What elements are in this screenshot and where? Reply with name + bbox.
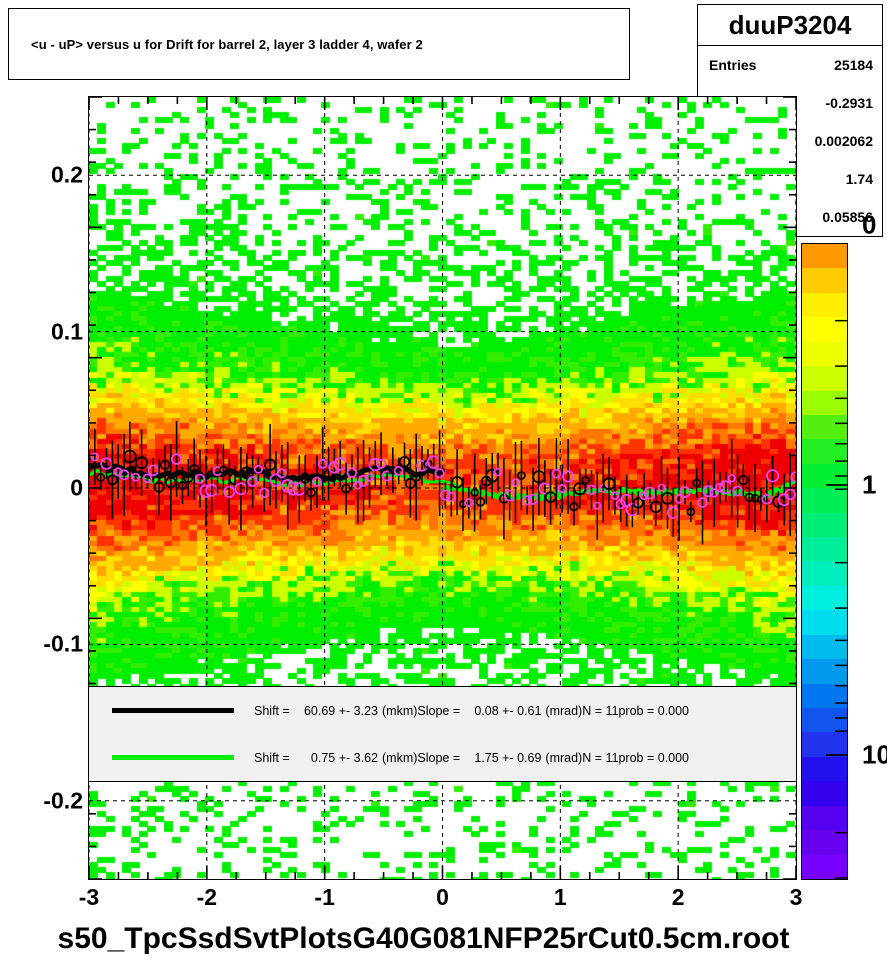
statistics-row: Entries 25184	[698, 46, 882, 84]
plot-title-box: <u - uP> versus u for Drift for barrel 2…	[8, 8, 630, 80]
fit-legend-text: Shift = 60.69 +- 3.23 (mkm) Slope = 0.08 +-…	[254, 704, 689, 718]
palette-color-cell	[802, 708, 847, 733]
legend-shift-unit: (mkm)	[382, 750, 418, 765]
legend-shift-value: 0.75 +- 3.62	[310, 750, 378, 765]
palette-tick-label: 0	[862, 209, 877, 240]
palette-color-cell	[802, 390, 847, 415]
fit-legend-row: Shift = 0.75 +- 3.62 (mkm) Slope = 1.75 +- …	[89, 741, 796, 775]
y-axis-tick-label: 0	[70, 474, 83, 501]
statistics-title: duuP3204	[698, 5, 882, 46]
legend-prob-value: prob = 0.000	[618, 750, 690, 765]
y-axis-tick-label: 0.2	[51, 161, 83, 188]
footer-filename-text: s50_TpcSsdSvtPlotsG40G081NFP25rCut0.5cm.…	[57, 922, 790, 955]
fit-legend-row: Shift = 60.69 +- 3.23 (mkm) Slope = 0.08 +-…	[89, 694, 796, 728]
palette-color-cell	[802, 317, 847, 342]
y-axis-tick-label: -0.2	[43, 787, 83, 814]
palette-color-cell	[802, 830, 847, 855]
x-axis-tick-label: -1	[314, 884, 335, 910]
palette-color-cell	[802, 610, 847, 635]
legend-slope-unit: (mrad)	[545, 703, 583, 718]
palette-color-cell	[802, 512, 847, 538]
palette-color-cell	[802, 683, 847, 709]
legend-shift-unit: (mkm)	[382, 703, 418, 718]
palette-color-cell	[802, 659, 847, 684]
palette-tick-label: 10	[862, 739, 887, 770]
palette-color-cell	[802, 366, 847, 391]
color-palette-bar	[801, 243, 848, 880]
legend-slope-key: Slope =	[417, 703, 461, 718]
fit-legend-box: Shift = 60.69 +- 3.23 (mkm) Slope = 0.08 +-…	[89, 686, 796, 782]
legend-slope-value: 1.75 +- 0.69	[474, 750, 542, 765]
fit-legend-text: Shift = 0.75 +- 3.62 (mkm) Slope = 1.75 +- …	[254, 751, 689, 765]
palette-color-cell	[802, 439, 847, 464]
palette-color-cell	[802, 537, 847, 562]
fit-legend-line-swatch	[112, 708, 234, 713]
legend-shift-key: Shift =	[254, 703, 290, 718]
palette-color-cell	[802, 488, 847, 513]
legend-slope-value: 0.08 +- 0.61	[474, 703, 542, 718]
palette-tick-label: 1	[862, 469, 877, 500]
x-axis-tick-label: -2	[196, 884, 218, 910]
x-axis-tick-label: 3	[789, 884, 803, 910]
legend-slope-unit: (mrad)	[545, 750, 583, 765]
plot-title-text: <u - uP> versus u for Drift for barrel 2…	[31, 36, 423, 52]
x-axis-tick-label: 0	[436, 884, 449, 910]
palette-color-cell	[802, 414, 847, 440]
statistics-row-value: 25184	[834, 57, 873, 73]
palette-color-cell	[802, 732, 847, 757]
palette-color-cell	[802, 561, 847, 586]
palette-color-cell	[802, 463, 847, 489]
legend-n-value: N = 11	[582, 703, 619, 718]
legend-prob-value: prob = 0.000	[618, 703, 690, 718]
palette-color-cell	[802, 756, 847, 782]
y-axis-tick-label: -0.1	[43, 630, 83, 657]
palette-color-cell	[802, 292, 847, 318]
statistics-row-label: Entries	[709, 57, 757, 73]
palette-color-cell	[802, 268, 847, 293]
palette-color-cell	[802, 341, 847, 367]
x-axis-tick-label: -3	[78, 884, 100, 910]
palette-color-cell	[802, 854, 847, 879]
root-canvas: <u - uP> versus u for Drift for barrel 2…	[0, 0, 887, 980]
x-axis-tick-label: 2	[671, 884, 685, 910]
legend-shift-value: 60.69 +- 3.23	[303, 703, 378, 718]
palette-color-cell	[802, 805, 847, 831]
palette-color-cell	[802, 585, 847, 611]
footer-filename: s50_TpcSsdSvtPlotsG40G081NFP25rCut0.5cm.…	[0, 922, 887, 972]
legend-n-value: N = 11	[582, 750, 619, 765]
palette-color-cell	[802, 244, 847, 269]
fit-legend-line-swatch	[112, 755, 234, 760]
y-axis-tick-label: 0.1	[51, 318, 83, 345]
palette-color-cell	[802, 634, 847, 660]
legend-slope-key: Slope =	[417, 750, 461, 765]
legend-shift-key: Shift =	[254, 750, 290, 765]
x-axis-tick-label: 1	[553, 884, 567, 910]
palette-color-cell	[802, 781, 847, 806]
